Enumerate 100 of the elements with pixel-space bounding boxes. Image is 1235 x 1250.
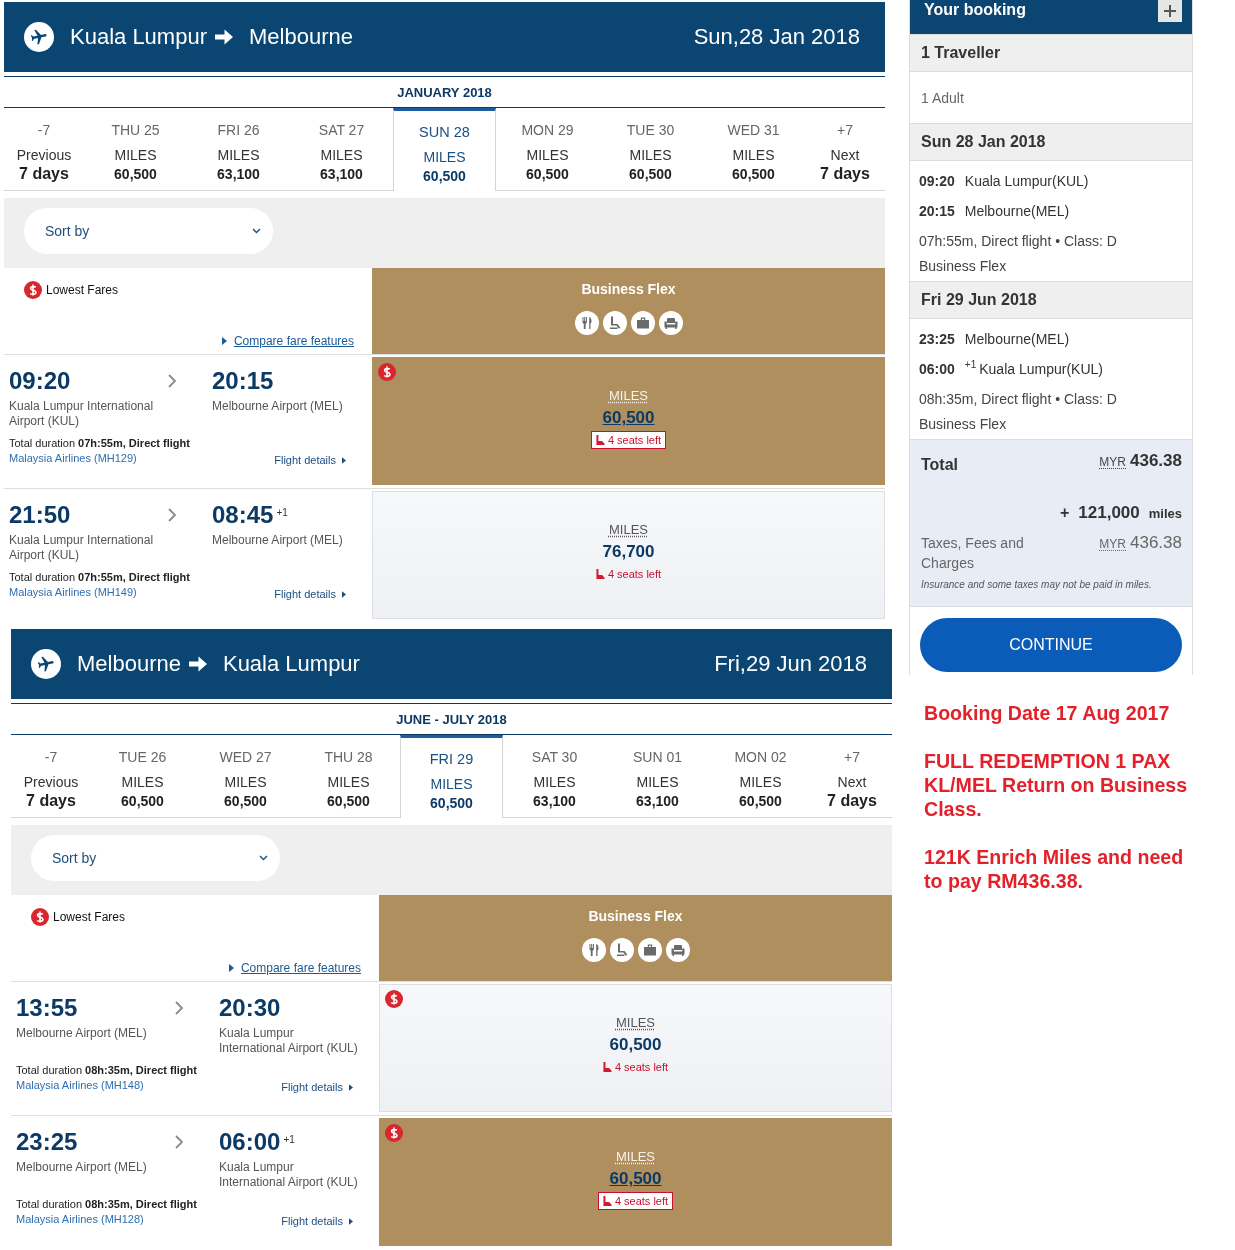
date-tab[interactable]: SAT 30 MILES 63,100 [503,735,606,818]
date-tab[interactable]: SUN 28 MILES 60,500 [393,108,496,191]
date-tab[interactable]: SUN 01 MILES 63,100 [606,735,709,818]
miles-amount: 60,500 [609,1168,662,1190]
seats-left-text: 4 seats left [614,1061,669,1073]
stop-place: Kuala Lumpur(KUL) [964,172,1089,191]
caret-icon [228,964,234,972]
fare-option[interactable]: MILES 60,500 4 seats left [379,984,892,1112]
airline-text: Malaysia Airlines (MH148) [16,1078,144,1093]
fare-option[interactable]: MILES 60,500 4 seats left [372,357,885,485]
traveller-text: 1 Adult [921,89,964,106]
seat-icon [595,435,605,445]
destination-city: Kuala Lumpur [222,651,360,677]
caret-icon [221,337,227,345]
plane-icon [24,22,54,52]
stop-place: Kuala Lumpur(KUL) [979,360,1103,379]
date-tab[interactable]: TUE 30 MILES 60,500 [599,108,702,191]
chevron-icon [175,1135,183,1149]
compare-link[interactable]: Compare fare features [228,961,361,975]
flight-date: Fri,29 Jun 2018 [714,651,867,677]
briefcase-icon [637,938,662,962]
currency-code: MYR [1099,537,1126,551]
continue-button[interactable]: CONTINUE [920,618,1182,672]
miles-unit: MILES [609,522,648,538]
day-offset: +1 [276,507,288,518]
stop-time: 23:25 [919,330,955,349]
arrival-airport: Kuala Lumpur International Airport (KUL) [219,1160,359,1190]
date-tab[interactable]: FRI 26 MILES 63,100 [187,108,290,191]
fare-option[interactable]: MILES 76,700 4 seats left [372,491,885,619]
week-nav-tab[interactable]: -7 Previous 7 days [4,108,84,191]
miles-unit: miles [1148,506,1182,521]
compare-link[interactable]: Compare fare features [221,334,354,348]
sort-dropdown[interactable]: Sort by [24,208,273,254]
destination-city: Melbourne [249,24,353,50]
date-tab[interactable]: TUE 26 MILES 60,500 [91,735,194,818]
dollar-icon [31,908,49,926]
duration-text: Total duration 07h:55m, Direct flight [9,570,190,585]
date-tab[interactable]: MON 02 MILES 60,500 [709,735,812,818]
armchair-icon [658,311,683,335]
plane-icon [31,649,61,679]
miles-total: 121,000 [1078,503,1140,523]
airline-text: Malaysia Airlines (MH149) [9,585,137,600]
arrival-airport: Kuala Lumpur International Airport (KUL) [219,1026,359,1056]
date-tab[interactable]: THU 25 MILES 60,500 [84,108,187,191]
day-offset: +1 [964,359,977,371]
caret-icon [342,591,346,598]
total-label: Total [921,455,959,475]
seats-left-text: 4 seats left [607,434,662,446]
arrival-airport: Melbourne Airport (MEL) [212,533,343,549]
week-nav-tab[interactable]: +7 Next 7 days [812,735,892,818]
annotation-text: Booking Date 17 Aug 2017 [924,701,1171,725]
date-tab[interactable]: WED 27 MILES 60,500 [194,735,297,818]
arrow-icon [215,29,233,45]
date-tab[interactable]: FRI 29 MILES 60,500 [400,735,503,818]
stop-time: 06:00 [919,360,955,379]
seat-icon [595,569,605,579]
cutlery-icon [581,938,606,962]
plus-icon [1164,5,1176,17]
chevron-down-icon [252,228,261,234]
sort-dropdown[interactable]: Sort by [31,835,280,881]
booking-title: Your booking [924,0,1026,20]
arrival-airport: Melbourne Airport (MEL) [212,399,343,415]
section-heading: 1 Traveller [910,34,1192,72]
annotation-text: 121K Enrich Miles and need to pay RM436.38. [924,845,1185,893]
fare-option[interactable]: MILES 60,500 4 seats left [379,1118,892,1246]
origin-city: Kuala Lumpur [70,24,207,50]
duration-text: Total duration 07h:55m, Direct flight [9,436,190,451]
chevron-icon [175,1001,183,1015]
leg-summary: 07h:55m, Direct flight • Class: D [919,232,1117,251]
flight-details-link[interactable]: Flight details [274,587,346,602]
miles-unit: MILES [616,1015,655,1031]
dollar-icon [385,990,403,1008]
armchair-icon [665,938,690,962]
leg-date-heading: Fri 29 Jun 2018 [910,281,1192,319]
leg-summary: 08h:35m, Direct flight • Class: D [919,390,1117,409]
departure-time: 21:50 [9,502,71,528]
week-nav-tab[interactable]: -7 Previous 7 days [11,735,91,818]
chevron-icon [168,374,176,388]
seat-icon [602,1196,612,1206]
week-nav-tab[interactable]: +7 Next 7 days [805,108,885,191]
annotation-text: FULL REDEMPTION 1 PAX KL/MEL Return on Business Class. [924,749,1189,821]
miles-amount: 60,500 [609,1034,662,1056]
caret-icon [342,457,346,464]
caret-icon [349,1218,353,1225]
origin-city: Melbourne [77,651,181,677]
seat-icon [602,1062,612,1072]
arrow-icon [188,656,207,672]
date-tab[interactable]: SAT 27 MILES 63,100 [290,108,393,191]
flight-date: Sun,28 Jan 2018 [693,24,860,50]
stop-time: 20:15 [919,202,955,221]
departure-time: 23:25 [16,1129,78,1155]
date-tab[interactable]: THU 28 MILES 60,500 [297,735,400,818]
departure-airport: Kuala Lumpur International Airport (KUL) [9,399,155,429]
date-tab[interactable]: WED 31 MILES 60,500 [702,108,805,191]
flight-details-link[interactable]: Flight details [281,1214,353,1229]
flight-details-link[interactable]: Flight details [281,1080,353,1095]
airline-text: Malaysia Airlines (MH128) [16,1212,144,1227]
expand-button[interactable] [1158,0,1182,22]
date-tab[interactable]: MON 29 MILES 60,500 [496,108,599,191]
flight-details-link[interactable]: Flight details [274,453,346,468]
